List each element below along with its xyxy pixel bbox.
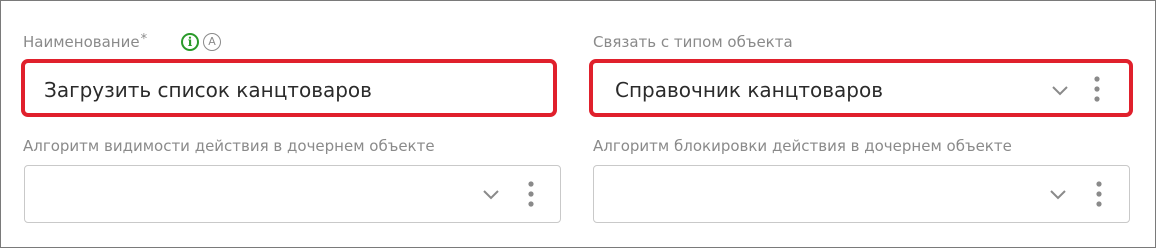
more-vertical-icon[interactable] [1096,181,1102,207]
name-label-icons: i A [181,33,221,51]
more-vertical-icon[interactable] [1094,76,1100,102]
object-type-select[interactable]: Справочник канцтоваров [589,59,1133,117]
form-panel: Наименование* i A Загрузить список канцт… [0,0,1156,248]
info-icon[interactable]: i [181,33,199,51]
name-input-value[interactable]: Загрузить список канцтоваров [44,78,372,102]
name-field-label: Наименование* [23,32,148,53]
required-asterisk: * [140,32,148,47]
lock-algorithm-label: Алгоритм блокировки действия в дочернем … [593,137,1012,155]
visibility-algorithm-label: Алгоритм видимости действия в дочернем о… [23,137,435,155]
object-type-label: Связать с типом объекта [593,33,793,51]
lock-algorithm-select[interactable] [593,165,1130,223]
visibility-algorithm-select[interactable] [24,165,561,223]
more-vertical-icon[interactable] [528,181,534,207]
name-label-text: Наименование [23,33,140,51]
chevron-down-icon[interactable] [1049,189,1067,201]
auto-letter-icon[interactable]: A [203,33,221,51]
name-input[interactable]: Загрузить список канцтоваров [21,59,557,117]
object-type-value: Справочник канцтоваров [615,78,884,102]
chevron-down-icon[interactable] [482,189,500,201]
chevron-down-icon[interactable] [1051,85,1069,97]
